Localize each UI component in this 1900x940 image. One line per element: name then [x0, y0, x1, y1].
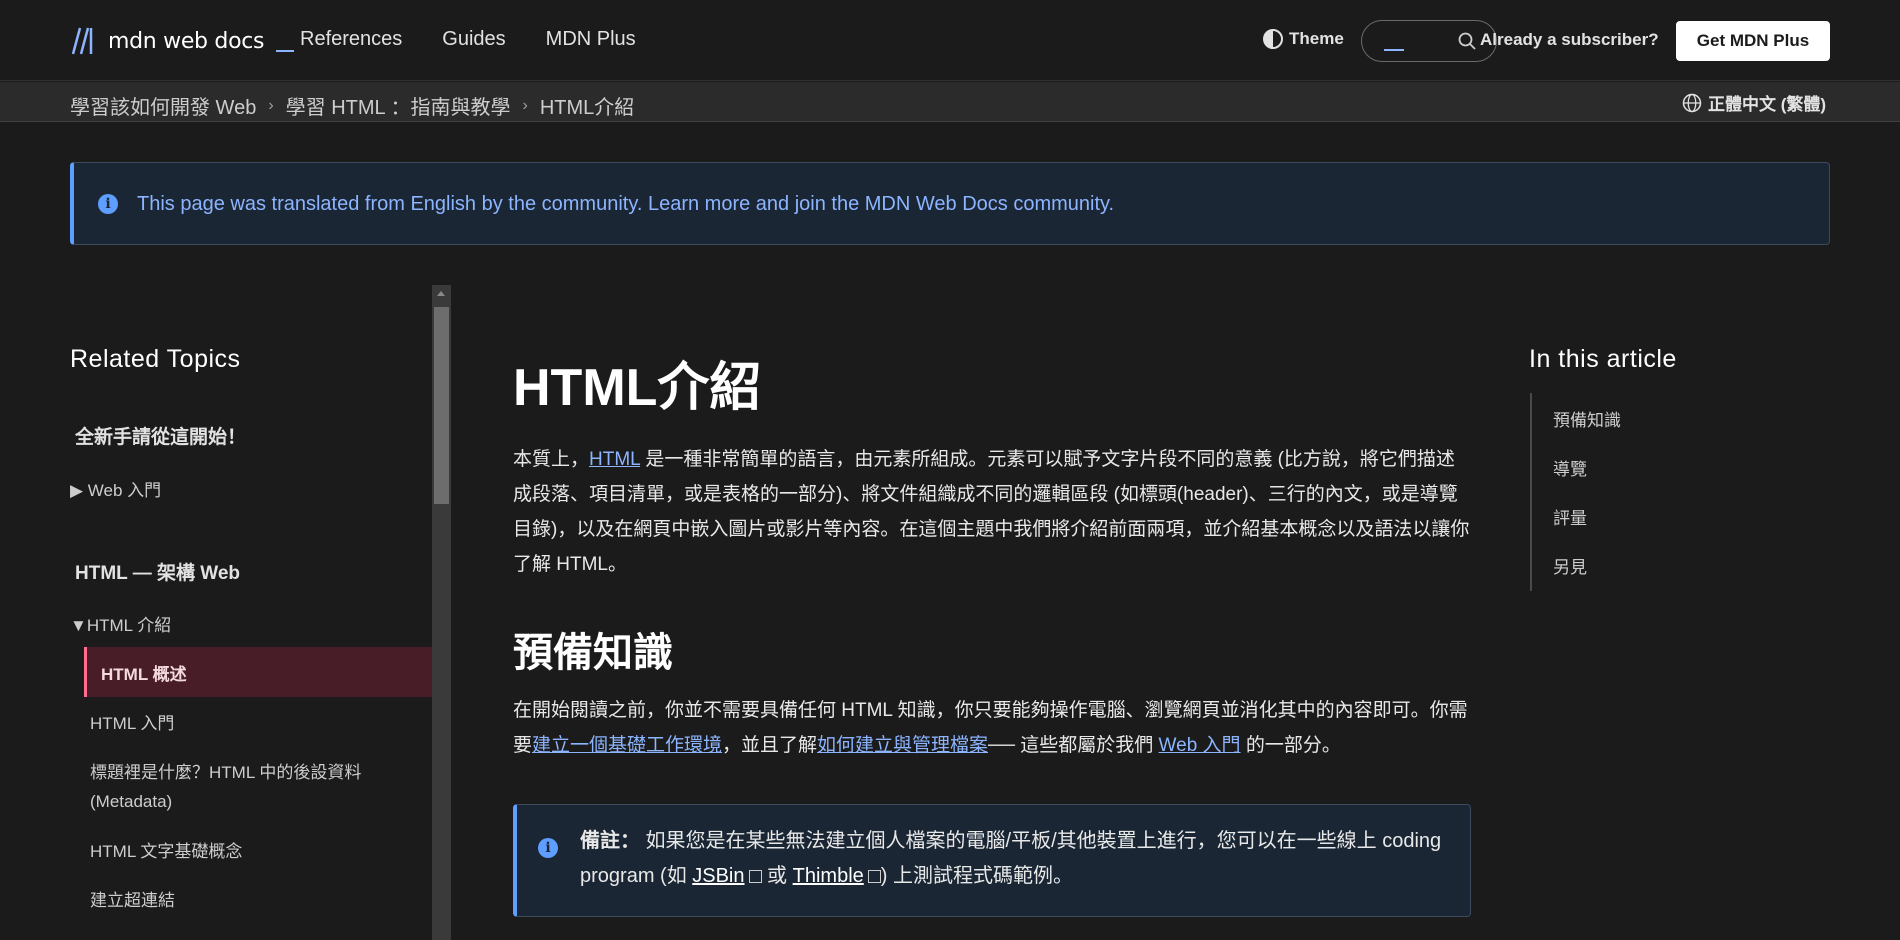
- scroll-up-arrow-icon[interactable]: [437, 291, 445, 296]
- jsbin-link[interactable]: JSBin: [692, 865, 744, 887]
- search-input[interactable]: [1361, 20, 1497, 62]
- external-link-icon: [867, 870, 881, 883]
- note-callout: i 備註： 如果您是在某些無法建立個人檔案的電腦/平板/其他裝置上進行，您可以在…: [513, 804, 1471, 917]
- intro-paragraph: 本質上，HTML 是一種非常簡單的語言，由元素所組成。元素可以賦予文字片段不同的…: [513, 442, 1471, 582]
- language-selector[interactable]: 正體中文 (繁體): [1682, 90, 1826, 115]
- sidebar-item-hyperlinks[interactable]: 建立超連結: [90, 886, 175, 915]
- intro-text-rest: 是一種非常簡單的語言，由元素所組成。元素可以賦予文字片段不同的意義 (比方說，將…: [513, 449, 1470, 575]
- web-intro-link[interactable]: Web 入門: [1159, 735, 1241, 756]
- breadcrumb-item-html-intro[interactable]: HTML介紹: [540, 91, 634, 120]
- sidebar-heading-beginner: 全新手請從這開始！: [75, 427, 247, 448]
- scrollbar-thumb[interactable]: [434, 307, 449, 504]
- nav-guides[interactable]: Guides: [442, 28, 505, 51]
- mdn-logo[interactable]: mdn web docs: [70, 26, 295, 56]
- note-text-part: 或: [761, 865, 793, 887]
- toc-item-guides[interactable]: 導覽: [1553, 455, 1587, 480]
- theme-button[interactable]: Theme: [1263, 29, 1344, 49]
- breadcrumb-item-learn-web[interactable]: 學習該如何開發 Web: [70, 91, 256, 120]
- html-link[interactable]: HTML: [589, 449, 640, 470]
- translation-notice: i This page was translated from English …: [70, 162, 1830, 245]
- prerequisites-paragraph: 在開始閱讀之前，你並不需要具備任何 HTML 知識，你只要能夠操作電腦、瀏覽網頁…: [513, 693, 1471, 763]
- external-link-icon: [748, 870, 762, 883]
- sidebar-toggle-web-intro[interactable]: ▶ Web 入門: [70, 476, 161, 501]
- sidebar-item-text-fundamentals[interactable]: HTML 文字基礎概念: [90, 837, 242, 866]
- search-cursor: [1384, 49, 1404, 51]
- basic-environment-link[interactable]: 建立一個基礎工作環境: [532, 735, 722, 756]
- logo-cursor: [276, 50, 295, 52]
- prereq-text: ，並且了解: [722, 735, 818, 756]
- breadcrumb-item-learn-html[interactable]: 學習 HTML ：指南與教學: [286, 91, 511, 120]
- toc-list: 預備知識 導覽 評量 另見: [1530, 393, 1730, 591]
- chevron-right-icon: ›: [522, 96, 528, 114]
- sidebar-scrollbar[interactable]: [432, 285, 451, 940]
- mdn-logo-icon: [71, 27, 93, 55]
- note-label: 備註：: [580, 830, 640, 852]
- sidebar-toggle-html-intro[interactable]: ▼HTML 介紹: [70, 611, 171, 636]
- globe-icon: [1682, 93, 1702, 112]
- language-label: 正體中文 (繁體): [1708, 95, 1827, 114]
- note-text: 備註： 如果您是在某些無法建立個人檔案的電腦/平板/其他裝置上進行，您可以在一些…: [580, 824, 1460, 894]
- info-icon: i: [98, 194, 118, 214]
- top-navigation-bar: mdn web docs References Guides MDN Plus …: [0, 0, 1900, 81]
- prereq-text: ── 這些都屬於我們: [988, 735, 1159, 756]
- main-nav: References Guides MDN Plus: [300, 28, 636, 51]
- section-heading-prerequisites: 預備知識: [513, 631, 673, 675]
- notice-text-link[interactable]: This page was translated from English by…: [137, 193, 1114, 216]
- note-text-part: ) 上測試程式碼範例。: [880, 865, 1073, 887]
- already-subscriber-link[interactable]: Already a subscriber?: [1480, 30, 1659, 50]
- sidebar: Related Topics 全新手請從這開始！ ▶ Web 入門 HTML —…: [70, 285, 432, 940]
- theme-label: Theme: [1289, 29, 1344, 48]
- page-title: HTML介紹: [513, 359, 762, 417]
- breadcrumb: 學習該如何開發 Web › 學習 HTML ：指南與教學 › HTML介紹: [70, 91, 634, 120]
- toc-item-prerequisites[interactable]: 預備知識: [1553, 406, 1621, 431]
- sidebar-item-html-getting-started[interactable]: HTML 入門: [90, 709, 174, 738]
- sidebar-item-metadata[interactable]: 標題裡是什麼？HTML 中的後設資料 (Metadata): [90, 758, 390, 816]
- prereq-text: 的一部分。: [1240, 735, 1341, 756]
- manage-files-link[interactable]: 如何建立與管理檔案: [817, 735, 988, 756]
- toc-title: In this article: [1529, 345, 1677, 373]
- nav-references[interactable]: References: [300, 28, 402, 51]
- get-mdn-plus-button[interactable]: Get MDN Plus: [1676, 21, 1830, 61]
- intro-text: 本質上，: [513, 449, 590, 470]
- nav-mdn-plus[interactable]: MDN Plus: [546, 28, 636, 51]
- toc-item-see-also[interactable]: 另見: [1553, 553, 1587, 578]
- info-icon: i: [538, 838, 558, 858]
- chevron-right-icon: ›: [268, 96, 274, 114]
- toc-item-assessment[interactable]: 評量: [1553, 504, 1587, 529]
- sidebar-item-html-overview: HTML 概述: [101, 665, 187, 684]
- thimble-link[interactable]: Thimble: [793, 865, 864, 887]
- breadcrumb-bar: 學習該如何開發 Web › 學習 HTML ：指南與教學 › HTML介紹 正體…: [0, 82, 1900, 122]
- sidebar-heading-html: HTML — 架構 Web: [75, 563, 241, 584]
- theme-contrast-icon: [1263, 29, 1283, 49]
- sidebar-title: Related Topics: [70, 345, 241, 373]
- search-icon[interactable]: [1458, 32, 1476, 50]
- sidebar-item-active[interactable]: HTML 概述: [84, 647, 432, 697]
- logo-text: mdn web docs: [108, 28, 265, 54]
